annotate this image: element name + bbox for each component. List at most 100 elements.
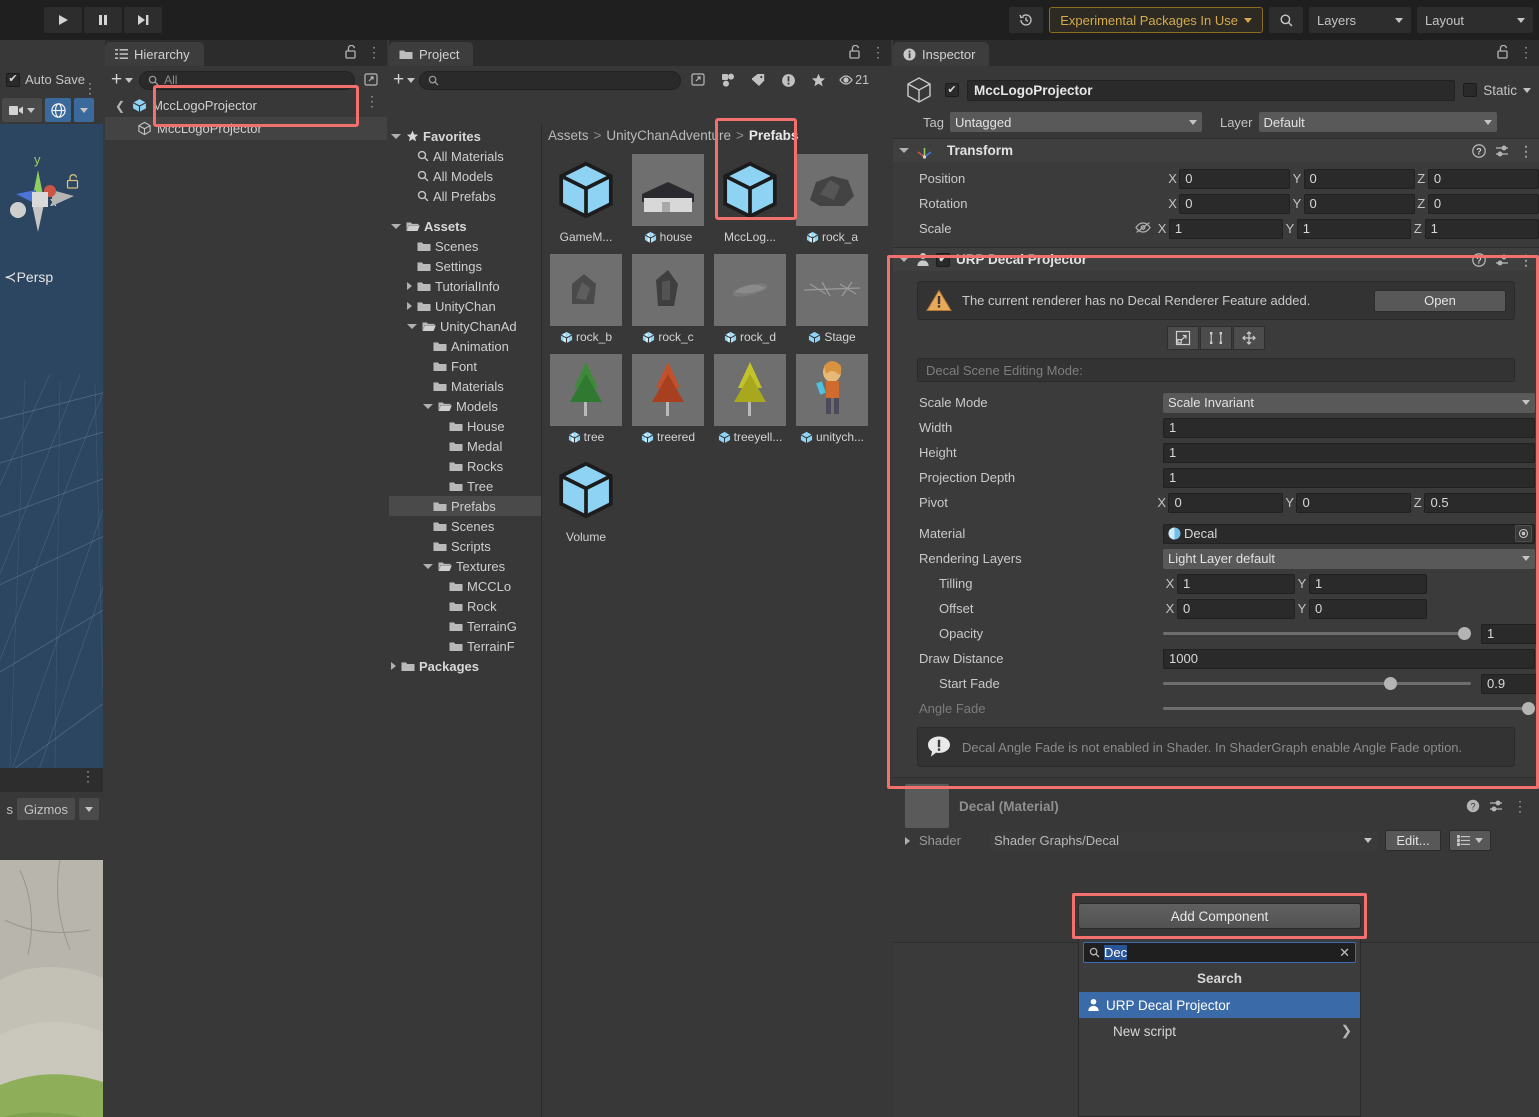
step-button[interactable]	[124, 7, 162, 33]
collapse-arrow-icon[interactable]	[899, 257, 909, 262]
layers-dropdown[interactable]: Layers	[1309, 7, 1411, 33]
project-menu-icon[interactable]: ⋮	[871, 48, 885, 56]
rendering-layers-dropdown[interactable]: Light Layer default	[1163, 549, 1535, 569]
asset-cell[interactable]: GameM...	[550, 154, 622, 244]
width-input[interactable]: 1	[1163, 418, 1535, 438]
project-tree-row[interactable]: Scenes	[389, 516, 541, 536]
asset-cell[interactable]: rock_d	[714, 254, 786, 344]
height-input[interactable]: 1	[1163, 443, 1535, 463]
project-tree-row[interactable]: TerrainG	[389, 616, 541, 636]
asset-grid[interactable]: GameM... house MccLog... rock_a rock_b r…	[542, 146, 891, 544]
expand-arrow-icon[interactable]	[905, 837, 910, 845]
asset-cell[interactable]: house	[632, 154, 704, 244]
inspector-menu-icon[interactable]: ⋮	[1519, 48, 1533, 56]
scene-menu-icon[interactable]: ⋮	[83, 84, 97, 92]
asset-cell[interactable]: rock_c	[632, 254, 704, 344]
gameobject-name-field[interactable]: MccLogoProjector	[967, 80, 1455, 101]
project-tree-row[interactable]: House	[389, 416, 541, 436]
decal-scene-editing-mode-field[interactable]: Decal Scene Editing Mode:	[917, 358, 1515, 382]
expand-arrow-icon[interactable]	[407, 282, 412, 290]
gizmos-dropdown[interactable]	[79, 798, 99, 820]
row-menu-icon[interactable]: ⋮	[365, 97, 379, 105]
pivot-z-input[interactable]: 0.5	[1424, 493, 1538, 513]
hierarchy-search-input[interactable]: All	[139, 71, 355, 90]
transform-component-header[interactable]: Transform ? ⋮	[893, 138, 1539, 162]
expand-arrow-icon[interactable]	[391, 662, 396, 670]
asset-cell[interactable]: rock_a	[796, 154, 868, 244]
list-view-icon[interactable]	[1449, 830, 1491, 851]
opacity-slider[interactable]	[1163, 624, 1471, 644]
gizmo-dropdown[interactable]	[74, 98, 94, 122]
collapse-arrow-icon[interactable]	[391, 134, 401, 139]
project-tree-row[interactable]: All Materials	[389, 146, 541, 166]
chevron-down-icon[interactable]	[1523, 88, 1531, 93]
auto-save-checkbox[interactable]	[6, 73, 20, 87]
project-tree-row[interactable]: UnityChanAd	[389, 316, 541, 336]
project-tree-row[interactable]: Medal	[389, 436, 541, 456]
history-icon[interactable]	[1009, 7, 1043, 33]
tilling-y-input[interactable]: 1	[1309, 574, 1427, 594]
transform-y-input[interactable]: 1	[1297, 219, 1411, 239]
expand-arrow-icon[interactable]	[407, 302, 412, 310]
project-tree-row[interactable]: Settings	[389, 256, 541, 276]
add-component-button[interactable]: Add Component	[1078, 903, 1361, 929]
collapse-arrow-icon[interactable]	[423, 404, 433, 409]
project-tree-row[interactable]: Favorites	[389, 126, 541, 146]
breadcrumb-item[interactable]: UnityChanAdventure	[606, 128, 731, 143]
type-filter-icon[interactable]	[715, 69, 741, 91]
component-search-input[interactable]: Dec ✕	[1083, 942, 1356, 963]
component-result-item[interactable]: New script❯	[1079, 1018, 1360, 1044]
search-icon[interactable]	[1269, 7, 1303, 33]
start-fade-input[interactable]: 0.9	[1481, 674, 1537, 694]
decal-enabled-checkbox[interactable]	[936, 253, 950, 267]
gameobject-enabled-checkbox[interactable]	[945, 83, 959, 97]
asset-cell[interactable]: treered	[632, 354, 704, 444]
scene-camera-button[interactable]	[2, 98, 42, 122]
visibility-eye-icon[interactable]: 21	[835, 69, 873, 91]
hierarchy-menu-icon[interactable]: ⋮	[367, 48, 381, 56]
unlock-icon[interactable]	[345, 45, 357, 59]
asset-cell[interactable]: tree	[550, 354, 622, 444]
asset-cell[interactable]: Stage	[796, 254, 868, 344]
transform-x-input[interactable]: 1	[1169, 219, 1283, 239]
asset-cell[interactable]: unitych...	[796, 354, 868, 444]
start-fade-slider[interactable]	[1163, 674, 1471, 694]
offset-y-input[interactable]: 0	[1309, 599, 1427, 619]
transform-y-input[interactable]: 0	[1304, 169, 1415, 189]
static-checkbox[interactable]	[1463, 83, 1477, 97]
collapse-arrow-icon[interactable]	[391, 224, 401, 229]
gizmos-button[interactable]: Gizmos	[17, 798, 75, 820]
pause-button[interactable]	[84, 7, 122, 33]
game-menu-icon[interactable]: ⋮	[81, 772, 95, 780]
project-tree-row[interactable]: Rocks	[389, 456, 541, 476]
tag-dropdown[interactable]: Untagged	[950, 112, 1202, 132]
close-icon[interactable]: ✕	[1339, 945, 1350, 961]
object-picker-icon[interactable]	[1515, 525, 1532, 542]
tab-hierarchy[interactable]: Hierarchy	[105, 42, 204, 66]
transform-z-input[interactable]: 0	[1428, 194, 1539, 214]
project-tree-row[interactable]: Models	[389, 396, 541, 416]
shader-dropdown[interactable]: Shader Graphs/Decal	[989, 831, 1377, 851]
transform-x-input[interactable]: 0	[1179, 194, 1290, 214]
project-tree-row[interactable]: Packages	[389, 656, 541, 676]
experimental-packages-badge[interactable]: Experimental Packages In Use	[1049, 7, 1263, 33]
favorite-star-icon[interactable]	[805, 69, 831, 91]
preset-icon[interactable]	[1495, 253, 1510, 267]
material-object-field[interactable]: Decal	[1163, 524, 1535, 544]
transform-x-input[interactable]: 0	[1179, 169, 1290, 189]
orientation-gizmo-icon[interactable]	[45, 98, 71, 122]
pivot-tool-icon[interactable]	[1200, 326, 1232, 350]
breadcrumb-item[interactable]: Prefabs	[749, 128, 799, 143]
preset-icon[interactable]	[1495, 144, 1510, 158]
project-tree-row[interactable]: Tree	[389, 476, 541, 496]
create-asset-button[interactable]: +	[393, 72, 415, 88]
offset-x-input[interactable]: 0	[1177, 599, 1295, 619]
decal-menu-icon[interactable]: ⋮	[1519, 256, 1533, 264]
breadcrumb-item[interactable]: Assets	[548, 128, 589, 143]
hierarchy-tree[interactable]: ❮MccLogoProjector⋮MccLogoProjector	[105, 94, 387, 140]
project-tree-row[interactable]	[389, 206, 541, 216]
hierarchy-row[interactable]: ❮MccLogoProjector⋮	[105, 94, 387, 117]
asset-cell[interactable]: treeyell...	[714, 354, 786, 444]
play-button[interactable]	[44, 7, 82, 33]
opacity-input[interactable]: 1	[1481, 624, 1537, 644]
